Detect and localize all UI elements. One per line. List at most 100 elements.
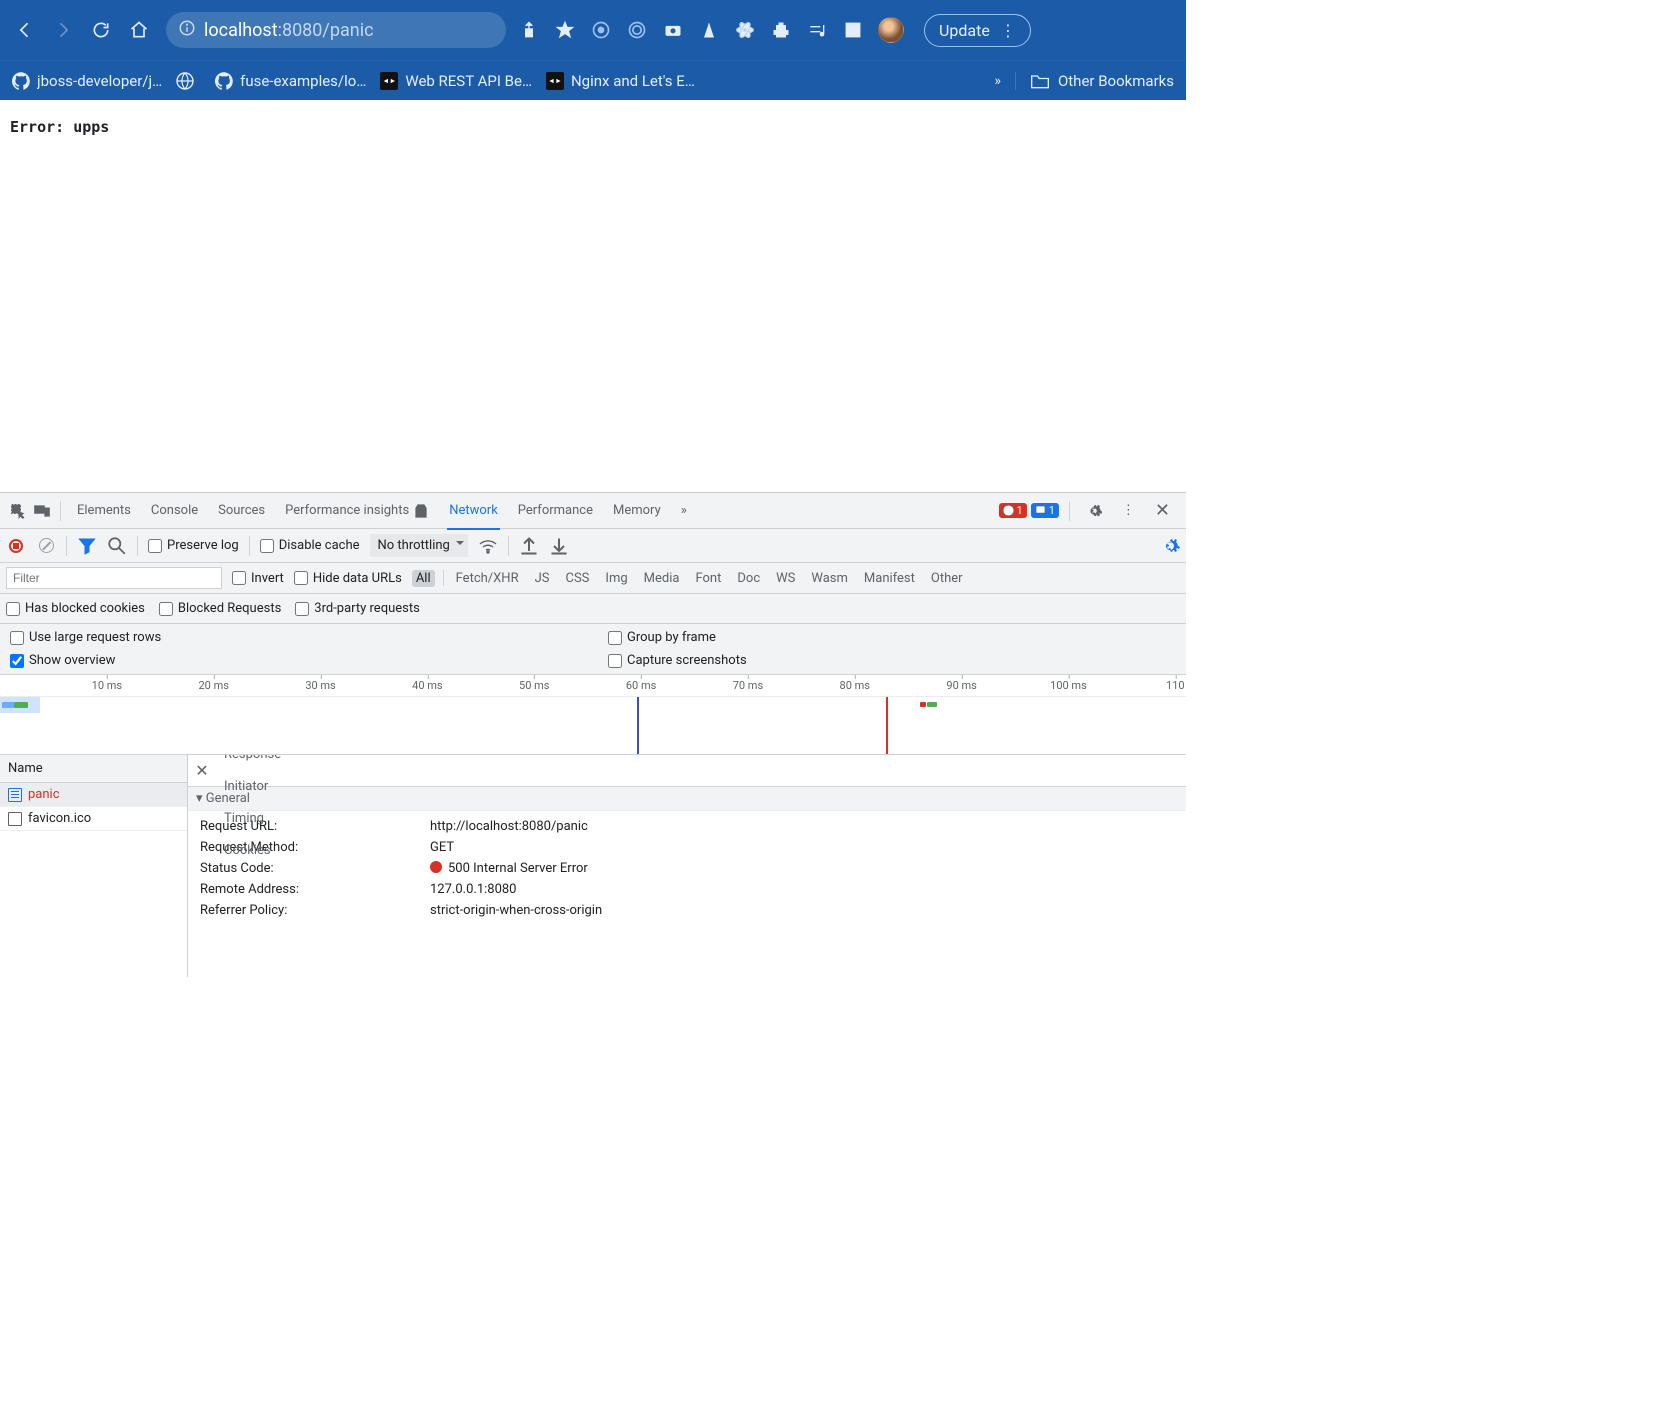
timeline-bar	[927, 702, 937, 707]
bookmark-item[interactable]: jboss-developer/j…	[12, 72, 162, 90]
timeline-overview[interactable]: 10 ms20 ms30 ms40 ms50 ms60 ms70 ms80 ms…	[0, 675, 1186, 755]
network-settings-icon[interactable]	[1160, 536, 1180, 556]
detail-tab[interactable]: Timing	[214, 803, 291, 835]
back-button[interactable]	[10, 15, 40, 45]
bookmarks-overflow-icon[interactable]: »	[994, 73, 1001, 89]
ext-icon-music[interactable]	[806, 19, 828, 41]
general-kv: Request URL:http://localhost:8080/panicR…	[188, 811, 1186, 926]
hide-data-urls-checkbox[interactable]: Hide data URLs	[294, 571, 402, 586]
network-toolbar: Preserve log Disable cache No throttling	[0, 529, 1186, 563]
disable-cache-checkbox[interactable]: Disable cache	[260, 538, 360, 553]
settings-icon[interactable]	[1076, 493, 1112, 529]
has-blocked-cookies-checkbox[interactable]: Has blocked cookies	[6, 601, 145, 616]
forward-button[interactable]	[48, 15, 78, 45]
filter-toggle-icon[interactable]	[77, 536, 97, 556]
preserve-log-checkbox[interactable]: Preserve log	[148, 538, 239, 553]
type-filter-chip[interactable]: Manifest	[860, 570, 919, 587]
type-filter-chip[interactable]: Doc	[733, 570, 764, 587]
upload-icon[interactable]	[519, 536, 539, 556]
detail-tab[interactable]: Response	[214, 755, 291, 771]
filter-input[interactable]	[6, 567, 222, 589]
bookmark-item[interactable]	[176, 72, 201, 90]
profile-avatar[interactable]	[878, 17, 904, 43]
close-detail-icon[interactable]: ✕	[192, 761, 212, 780]
detail-tabbar: ✕ HeadersPreviewResponseInitiatorTimingC…	[188, 755, 1186, 787]
inspect-icon[interactable]	[6, 493, 30, 529]
type-filter-chip[interactable]: Media	[640, 570, 684, 587]
type-filter-chip[interactable]: Img	[601, 570, 631, 587]
type-filter-chip[interactable]: CSS	[562, 570, 594, 587]
type-filter-chip[interactable]: Font	[691, 570, 725, 587]
search-icon[interactable]	[107, 536, 127, 556]
timeline-tick: 110	[1166, 679, 1185, 692]
devtools-tab[interactable]: Sources	[208, 493, 275, 529]
devtools-tab[interactable]: Performance insights	[275, 493, 439, 529]
group-by-frame-checkbox[interactable]: Group by frame	[608, 630, 1176, 645]
type-filter-chip[interactable]: WS	[772, 570, 799, 587]
close-devtools-icon[interactable]: ✕	[1145, 493, 1180, 529]
address-bar[interactable]: localhost:8080/panic	[166, 12, 506, 48]
third-party-checkbox[interactable]: 3rd-party requests	[295, 601, 420, 616]
invert-checkbox[interactable]: Invert	[232, 571, 284, 586]
update-button[interactable]: Update⋮	[924, 14, 1031, 47]
status-dot-icon	[430, 861, 442, 873]
large-rows-checkbox[interactable]: Use large request rows	[10, 630, 578, 645]
other-bookmarks[interactable]: Other Bookmarks	[1015, 72, 1174, 90]
devtools-tab[interactable]: Elements	[67, 493, 141, 529]
request-row[interactable]: panic	[0, 783, 187, 807]
frame-icon	[8, 812, 22, 826]
reload-button[interactable]	[86, 15, 116, 45]
timeline-marker-dom	[886, 697, 888, 754]
share-icon[interactable]	[518, 19, 540, 41]
download-icon[interactable]	[549, 536, 569, 556]
request-row[interactable]: favicon.ico	[0, 807, 187, 831]
devtools-tab[interactable]: Performance	[508, 493, 603, 529]
general-section-header[interactable]: ▾ General	[188, 787, 1186, 811]
type-filter-chip[interactable]: Fetch/XHR	[452, 570, 523, 587]
network-options: Use large request rows Group by frame Sh…	[0, 624, 1186, 675]
timeline-tick: 100 ms	[1050, 679, 1087, 692]
site-info-icon[interactable]	[178, 19, 196, 41]
record-button[interactable]	[6, 536, 26, 556]
timeline-bar	[14, 702, 28, 708]
tabs-overflow-icon[interactable]: »	[671, 493, 697, 529]
request-name: panic	[28, 787, 60, 802]
bookmark-item[interactable]: ◄►Nginx and Let's E…	[546, 72, 695, 90]
clear-button[interactable]	[36, 536, 56, 556]
show-overview-checkbox[interactable]: Show overview	[10, 653, 578, 668]
timeline-tick: 50 ms	[519, 679, 549, 692]
timeline-bar	[920, 702, 926, 707]
device-icon[interactable]	[30, 493, 54, 529]
kv-key: Remote Address:	[200, 882, 420, 897]
detail-tab[interactable]: Initiator	[214, 771, 291, 803]
network-filter-bar: Invert Hide data URLs All Fetch/XHR JS CSS I…	[0, 563, 1186, 594]
devtools-tab[interactable]: Memory	[603, 493, 671, 529]
extensions-icon[interactable]	[770, 19, 792, 41]
type-filter-chip[interactable]: Wasm	[807, 570, 852, 587]
ext-icon-camera[interactable]	[662, 19, 684, 41]
kebab-icon[interactable]: ⋮	[1112, 493, 1145, 529]
message-badge[interactable]: 1	[1031, 503, 1059, 518]
ext-icon-react[interactable]	[734, 19, 756, 41]
type-filter-chip[interactable]: JS	[531, 570, 554, 587]
detail-tab[interactable]: Cookies	[214, 835, 291, 867]
blocked-requests-checkbox[interactable]: Blocked Requests	[159, 601, 281, 616]
type-filter-chip[interactable]: Other	[927, 570, 967, 587]
bookmark-item[interactable]: ◄►Web REST API Be…	[380, 72, 532, 90]
ext-icon-2[interactable]	[626, 19, 648, 41]
devtools-tab[interactable]: Console	[141, 493, 208, 529]
wifi-icon[interactable]	[478, 536, 498, 556]
ext-icon-3[interactable]	[698, 19, 720, 41]
error-badge[interactable]: 1	[999, 503, 1027, 518]
capture-screenshots-checkbox[interactable]: Capture screenshots	[608, 653, 1176, 668]
column-header-name[interactable]: Name	[0, 755, 187, 783]
ext-icon-1[interactable]	[590, 19, 612, 41]
bookmark-star-icon[interactable]	[554, 19, 576, 41]
bookmark-item[interactable]: fuse-examples/lo…	[215, 72, 366, 90]
devtools-tab[interactable]: Network	[439, 493, 508, 529]
devtools-panel: ElementsConsoleSourcesPerformance insigh…	[0, 492, 1186, 977]
type-filter-chip[interactable]: All	[412, 570, 435, 587]
panel-icon[interactable]	[842, 19, 864, 41]
throttling-select[interactable]: No throttling	[370, 534, 468, 557]
home-button[interactable]	[124, 15, 154, 45]
